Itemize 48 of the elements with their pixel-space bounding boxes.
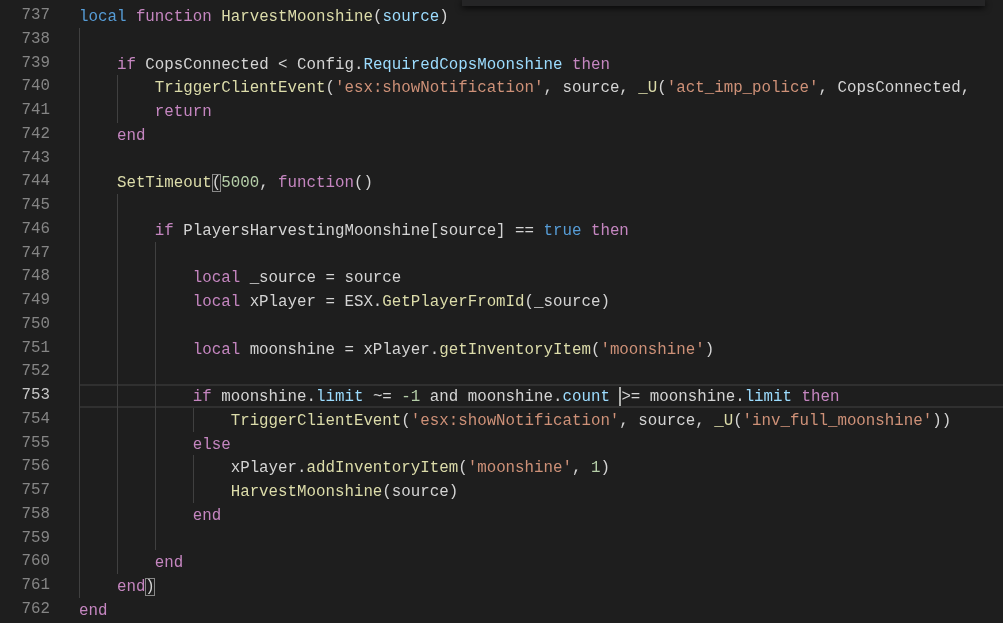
code-line: SetTimeout(5000, function(): [79, 170, 1003, 194]
line-number: 745: [20, 195, 50, 216]
code-line: end: [79, 600, 109, 622]
line-number: 748: [20, 266, 50, 288]
line-number: 754: [20, 408, 50, 430]
line-number: 752: [20, 361, 50, 383]
code-line: if CopsConnected < Config.RequiredCopsMoonshine then: [79, 51, 1003, 76]
line-number: 756: [20, 456, 50, 478]
line-number: 761: [20, 575, 50, 596]
line-number: 753: [20, 385, 50, 406]
line-number: 760: [20, 551, 50, 573]
code-line: TriggerClientEvent('esx:showNotification', source, _U('inv_full_moonshine')): [79, 407, 1003, 432]
line-number: 737: [20, 5, 50, 26]
line-number: 742: [20, 123, 50, 145]
line-number: 762: [20, 598, 50, 620]
text-cursor: [619, 387, 622, 407]
code-line: if moonshine.limit ~= -1 and moonshine.count >= moonshine.limit then: [79, 384, 1003, 408]
code-line: else: [79, 431, 1003, 456]
line-number: 738: [20, 28, 50, 50]
line-number: 741: [20, 100, 50, 121]
code-line: end): [79, 574, 1003, 598]
line-number: 740: [20, 76, 50, 98]
line-number: 739: [20, 52, 50, 74]
line-number: 751: [20, 337, 50, 359]
code-line: TriggerClientEvent('esx:showNotification', source, _U('act_imp_police', CopsConnected,: [79, 75, 1003, 99]
line-number: 758: [20, 503, 50, 525]
line-number: 744: [20, 171, 50, 193]
line-number: 759: [20, 527, 50, 549]
code-line: local xPlayer = ESX.GetPlayerFromId(_source): [79, 289, 1003, 313]
code-line: if PlayersHarvestingMoonshine[source] == true then: [79, 217, 1003, 242]
code-line: xPlayer.addInventoryItem('moonshine', 1): [79, 455, 1003, 479]
code-line: end: [79, 502, 1003, 527]
line-number: 749: [20, 290, 50, 311]
matching-bracket: ): [145, 578, 155, 596]
line-number: 757: [20, 480, 50, 501]
line-number: 743: [20, 147, 50, 169]
matching-bracket: (: [211, 174, 222, 193]
line-number: 755: [20, 432, 50, 454]
code-line: end: [79, 550, 1003, 574]
line-number: 750: [20, 313, 50, 335]
code-line: end: [79, 122, 1003, 147]
code-line: local function HarvestMoonshine(source): [79, 7, 450, 28]
code-line: return: [79, 99, 1003, 123]
code-line: HarvestMoonshine(source): [79, 479, 1003, 503]
code-line: local moonshine = xPlayer.getInventoryItem('moonshine'): [79, 336, 1003, 361]
line-number: 746: [20, 218, 50, 240]
code-line: local _source = source: [79, 265, 1003, 289]
line-number: 747: [20, 242, 50, 264]
